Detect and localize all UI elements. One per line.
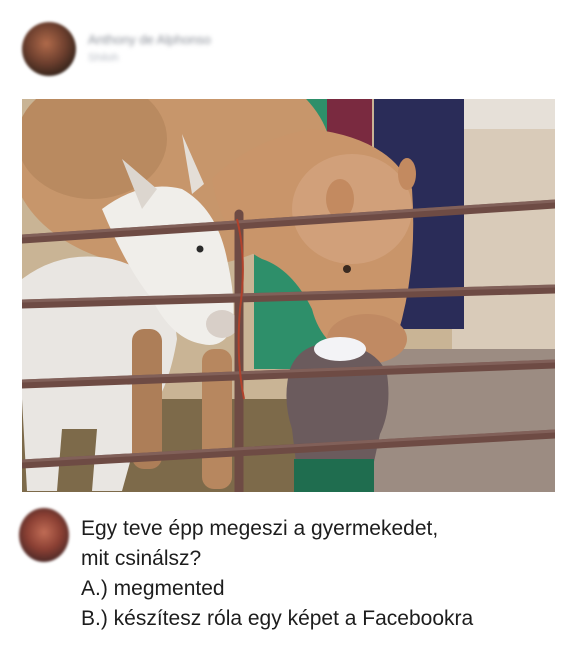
author-avatar[interactable]	[22, 22, 76, 76]
comment-text: Egy teve épp megeszi a gyermekedet, mit …	[81, 514, 571, 634]
author-name[interactable]: Anthony de Alphonso	[88, 32, 211, 47]
comment-line-2: mit csinálsz?	[81, 547, 202, 570]
post-header: Anthony de Alphonso Shiloh	[22, 22, 542, 82]
camel-donkey-child-photo-icon	[22, 99, 555, 492]
comment-line-1: Egy teve épp megeszi a gyermekedet,	[81, 517, 439, 540]
comment-line-3: A.) megmented	[81, 577, 225, 600]
comment-line-4: B.) készítesz róla egy képet a Facebookr…	[81, 607, 474, 630]
post-photo[interactable]	[22, 99, 555, 492]
post-meta: Shiloh	[88, 52, 119, 64]
commenter-avatar[interactable]	[19, 508, 69, 562]
